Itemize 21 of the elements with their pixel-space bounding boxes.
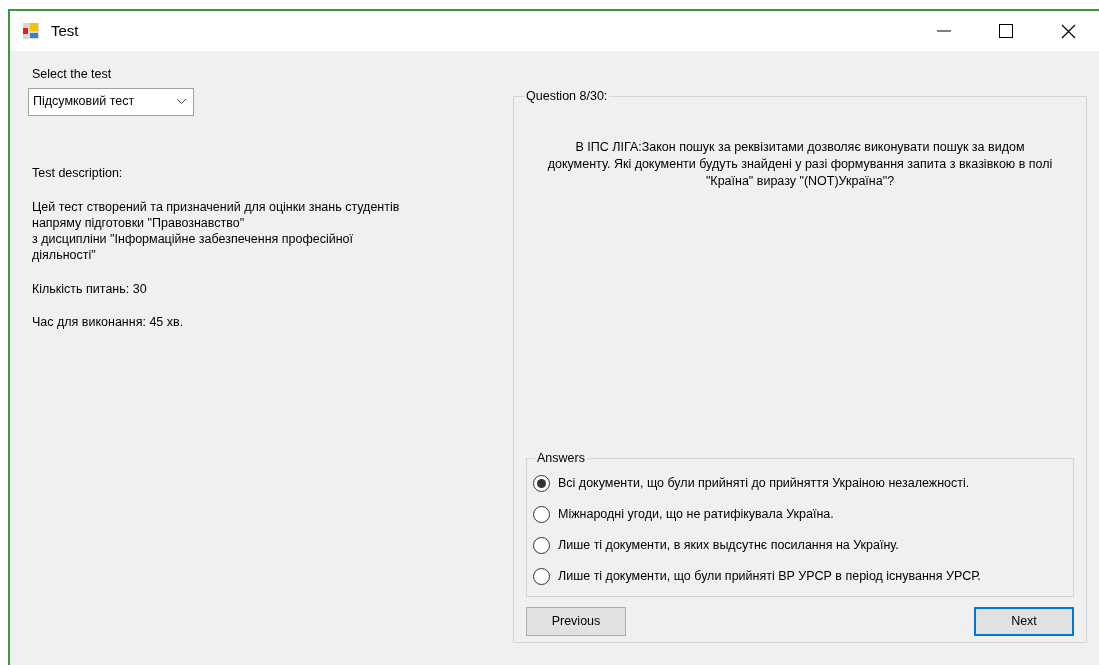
nav-button[interactable]: Next [974, 607, 1074, 636]
app-icon [22, 22, 40, 40]
description-text: Цей тест створений та призначений для оцінки знань студентів напряму підготовки "Правознавство" з дисципліни "Інформаційне забезпечення професійної діяльності" [32, 198, 401, 263]
question-text: В ІПС ЛІГА:Закон пошук за реквізитами дозволяє виконувати пошук за видом документу. Які документи будуть знайдені у разі формування запита з вказівкою в полі "Країна" виразу "(NOT)Україна"? [546, 138, 1054, 190]
question-label: Question 8/30: [525, 88, 609, 105]
chevron-down-icon [176, 98, 187, 106]
minimize-icon [937, 30, 951, 32]
select-label: Select the test [32, 66, 113, 83]
answer-option[interactable]: Міжнародні угоди, що не ратифікувала Україна. [533, 499, 1067, 530]
test-dropdown[interactable]: Підсумковий тест [28, 87, 194, 116]
answer-option[interactable]: Всі документи, що були прийняті до прийняття Украіною незалежності. [533, 468, 1067, 499]
time-limit: Час для виконання: 45 хв. [32, 314, 185, 332]
description-heading: Test description: [32, 164, 124, 182]
question-count: Кількість питань: 30 [32, 280, 148, 298]
answer-option[interactable]: Лише ті документи, в яких выдсутнє посилання на Україну. [533, 530, 1067, 561]
close-icon [1060, 23, 1076, 39]
nav-button[interactable]: Previous [526, 607, 626, 636]
window-title: Test [51, 20, 79, 41]
maximize-icon [999, 24, 1013, 38]
answers-label: Answers [536, 450, 586, 468]
answer-option[interactable]: Лише ті документи, що були прийняті ВР УРСР в період існування УРСР. [533, 561, 1067, 592]
